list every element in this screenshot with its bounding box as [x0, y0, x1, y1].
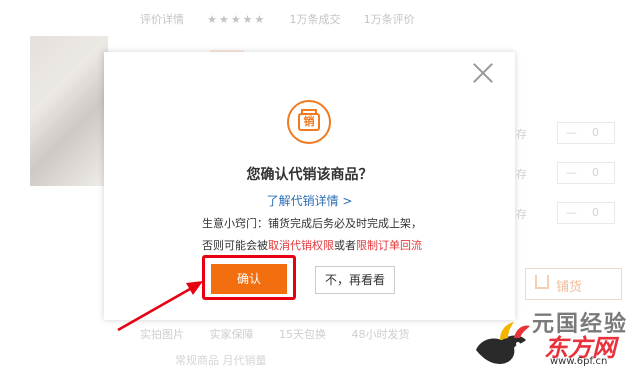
arrow-head: [186, 281, 203, 295]
arrow-shaft: [117, 287, 191, 332]
bull-icon: [476, 322, 530, 364]
logo-url: www.6pf.cn: [550, 356, 608, 367]
watermark-logo: 元国经验 东方网 www.6pf.cn: [470, 300, 640, 376]
